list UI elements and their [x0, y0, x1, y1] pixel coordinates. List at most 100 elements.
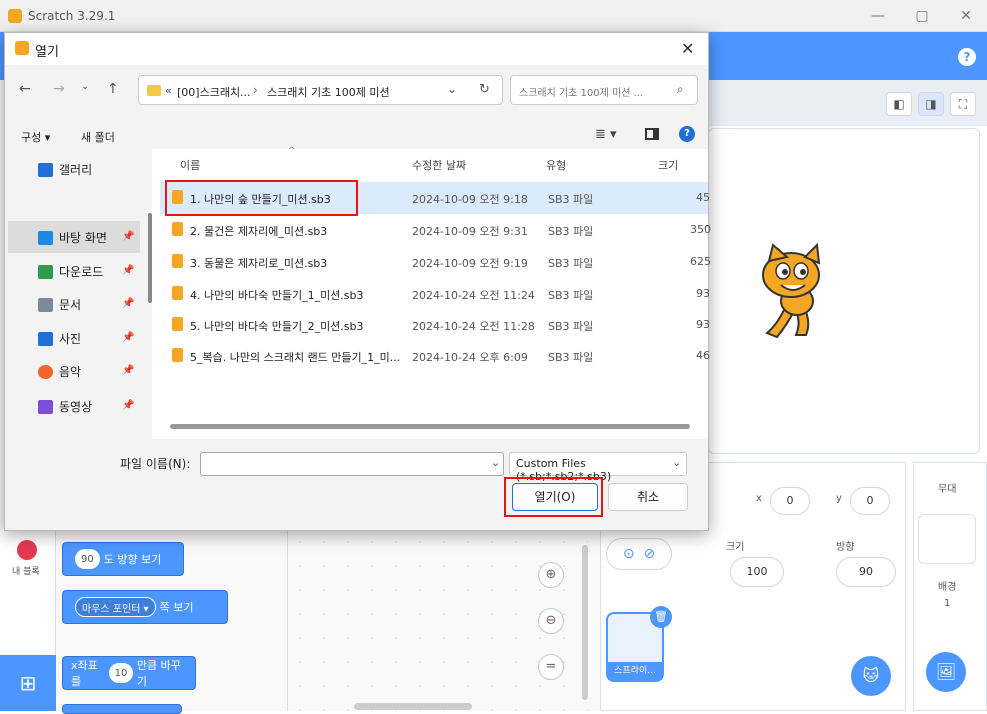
change-x-value[interactable]: 10: [109, 663, 133, 683]
add-backdrop-icon[interactable]: 🖼: [926, 652, 966, 692]
file-name: 2. 물건은 제자리에_미션.sb3: [190, 225, 328, 238]
view-options-icon[interactable]: ≣ ▾: [595, 127, 617, 142]
block-text: 만큼 바꾸기: [136, 659, 181, 688]
file-list-hscrollbar[interactable]: [170, 424, 690, 429]
forward-arrow-icon[interactable]: →: [53, 81, 65, 97]
filename-label: 파일 이름(N):: [120, 457, 191, 471]
search-icon[interactable]: ⌕: [677, 82, 684, 97]
file-name: 5. 나만의 바다숙 만들기_2_미션.sb3: [190, 320, 364, 333]
address-bar[interactable]: « [00]스크래치... › 스크래치 기초 100제 미션 ⌄ ↻: [138, 75, 503, 105]
window-titlebar: [0, 0, 987, 32]
up-arrow-icon[interactable]: ↑: [107, 81, 119, 97]
nav-item-documents[interactable]: 문서: [38, 296, 81, 313]
file-modified: 2024-10-24 오전 11:28: [412, 320, 535, 333]
file-type-filter[interactable]: Custom Files (*.sb;*.sb2;*.sb3) ⌄: [509, 452, 687, 483]
refresh-icon[interactable]: ↻: [479, 82, 490, 97]
sb3-file-icon: [172, 254, 183, 268]
help-button[interactable]: ?: [958, 48, 976, 66]
minimize-button[interactable]: —: [868, 6, 888, 26]
small-stage-icon[interactable]: ◧: [886, 92, 912, 116]
cat-sprite-icon: [762, 243, 821, 339]
file-name: 4. 나만의 바다숙 만들기_1_미션.sb3: [190, 289, 364, 302]
x-input[interactable]: 0: [770, 487, 810, 515]
dialog-close-button[interactable]: ✕: [681, 39, 694, 58]
zoom-in-icon[interactable]: ⊕: [538, 562, 564, 588]
address-dropdown-icon[interactable]: ⌄: [447, 82, 457, 96]
nav-item-desktop[interactable]: 바탕 화면: [38, 229, 107, 246]
filename-dropdown-icon[interactable]: ⌄: [491, 456, 500, 469]
add-extension-icon[interactable]: ⊞: [0, 655, 56, 711]
music-icon: [38, 364, 53, 379]
nav-item-label: 사진: [59, 332, 82, 346]
column-header-modified[interactable]: 수정한 날짜: [412, 157, 466, 173]
direction-input[interactable]: 90: [836, 557, 896, 587]
motion-block-partial[interactable]: [62, 704, 182, 714]
documents-icon: [38, 297, 53, 312]
dialog-app-icon: [15, 41, 29, 55]
file-type: SB3 파일: [548, 351, 594, 364]
breadcrumb-overflow[interactable]: «: [165, 84, 172, 97]
script-hscrollbar[interactable]: [354, 703, 472, 710]
backdrop-count: 1: [944, 598, 951, 609]
maximize-button[interactable]: ▢: [912, 6, 932, 26]
size-input[interactable]: 100: [730, 557, 784, 587]
point-in-direction-block[interactable]: 90 도 방향 보기: [62, 542, 184, 576]
recent-locations-chevron-icon[interactable]: ⌄: [81, 81, 89, 92]
nav-item-pictures[interactable]: 사진: [38, 330, 81, 347]
nav-item-downloads[interactable]: 다운로드: [38, 263, 103, 280]
column-header-size[interactable]: 크기: [658, 157, 678, 173]
column-header-type[interactable]: 유형: [546, 157, 566, 173]
pin-icon: 📌: [122, 332, 135, 343]
organize-menu[interactable]: 구성 ▾: [21, 129, 50, 145]
breadcrumb-current[interactable]: 스크래치 기초 100제 미션: [267, 84, 390, 100]
towards-dropdown[interactable]: 마우스 포인터 ▾: [75, 597, 156, 617]
cancel-button[interactable]: 취소: [608, 483, 688, 511]
stage-canvas[interactable]: [708, 128, 980, 454]
dialog-title: 열기: [35, 45, 59, 60]
help-icon[interactable]: ?: [679, 126, 695, 142]
delete-sprite-icon[interactable]: 🗑: [650, 606, 672, 628]
file-name: 5_복습. 나만의 스크래치 랜드 만들기_1_미...: [190, 351, 401, 364]
column-header-name[interactable]: 이름: [180, 157, 200, 173]
desktop-icon: [38, 230, 53, 245]
nav-item-videos[interactable]: 동영상: [38, 398, 92, 415]
preview-pane-icon[interactable]: [645, 128, 659, 140]
pin-icon: 📌: [122, 231, 135, 242]
zoom-reset-icon[interactable]: =: [538, 654, 564, 680]
pin-icon: 📌: [122, 265, 135, 276]
point-towards-block[interactable]: 마우스 포인터 ▾ 쪽 보기: [62, 590, 228, 624]
pin-icon: 📌: [122, 400, 135, 411]
back-arrow-icon[interactable]: ←: [19, 81, 31, 97]
breadcrumb-parent[interactable]: [00]스크래치...: [177, 84, 251, 100]
file-row[interactable]: 4. 나만의 바다숙 만들기_1_미션.sb3 2024-10-24 오전 11…: [160, 278, 710, 310]
file-row[interactable]: 5. 나만의 바다숙 만들기_2_미션.sb3 2024-10-24 오전 11…: [160, 309, 710, 341]
sb3-file-icon: [172, 222, 183, 236]
file-row[interactable]: 3. 동물은 제자리로_미션.sb3 2024-10-09 오전 9:19 SB…: [160, 246, 711, 278]
file-row[interactable]: 2. 물건은 제자리에_미션.sb3 2024-10-09 오전 9:31 SB…: [160, 214, 711, 246]
script-vscrollbar[interactable]: [582, 545, 588, 700]
filter-dropdown-icon[interactable]: ⌄: [672, 456, 681, 469]
normal-stage-icon[interactable]: ◨: [918, 92, 944, 116]
file-row[interactable]: 5_복습. 나만의 스크래치 랜드 만들기_1_미... 2024-10-24 …: [160, 340, 710, 372]
my-blocks-category-icon[interactable]: [17, 540, 37, 560]
change-x-block[interactable]: x좌표를 10 만큼 바꾸기: [62, 656, 196, 690]
new-folder-button[interactable]: 새 폴더: [81, 129, 115, 145]
fullscreen-icon[interactable]: ⛶: [950, 92, 976, 116]
file-modified: 2024-10-09 오전 9:31: [412, 225, 528, 238]
file-size: 46: [696, 349, 710, 362]
search-box[interactable]: 스크래치 기초 100제 미션 ... ⌕: [510, 75, 698, 105]
stage-thumbnail[interactable]: [918, 514, 976, 564]
nav-item-gallery[interactable]: 갤러리: [38, 161, 92, 178]
my-blocks-category-label[interactable]: 내 블록: [12, 564, 40, 577]
add-sprite-icon[interactable]: 🐱: [851, 656, 891, 696]
close-window-button[interactable]: ✕: [956, 6, 976, 26]
show-toggle[interactable]: ⊙ ⊘: [606, 538, 672, 570]
y-input[interactable]: 0: [850, 487, 890, 515]
highlight-box-open: [504, 477, 603, 517]
search-placeholder: 스크래치 기초 100제 미션 ...: [519, 88, 644, 99]
backdrop-label: 배경: [938, 582, 957, 593]
zoom-out-icon[interactable]: ⊖: [538, 608, 564, 634]
nav-item-music[interactable]: 음악: [38, 363, 81, 380]
direction-value[interactable]: 90: [75, 549, 100, 569]
filename-input[interactable]: ⌄: [200, 452, 504, 476]
